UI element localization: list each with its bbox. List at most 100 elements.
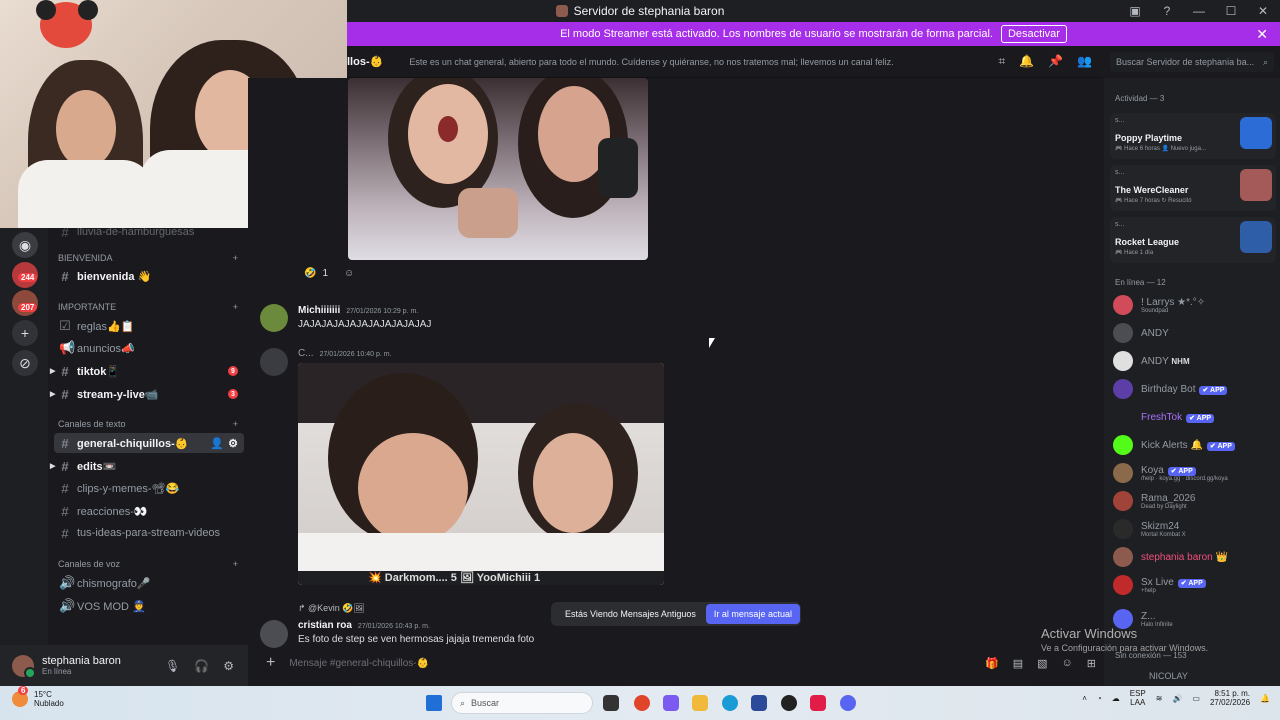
file-explorer-icon[interactable] [692,695,708,711]
category-header[interactable]: Canales de texto + [58,419,238,429]
attached-image[interactable]: 💥 Darkmom.... 5 🖼 YooMichiii 1 [298,363,664,585]
maximize-icon[interactable]: ☐ [1224,4,1238,18]
channel-reacciones[interactable]: # reacciones-👀 [54,501,244,521]
member-item[interactable]: ! Larrys ★*.°✧ Soundpad [1113,292,1273,318]
member-item[interactable]: Koya ✔ APP/help · koya.gg · discord.gg/ko… [1113,460,1273,486]
gift-icon[interactable]: 🎁 [985,657,999,670]
keyboard-language[interactable]: ESP LAA [1130,689,1146,707]
member-item[interactable]: FreshTok ✔ APP [1113,404,1273,430]
voice-channel[interactable]: 🔊 chismografo🎤 [54,573,244,593]
message-author[interactable]: Michiiiiiii [298,305,340,316]
add-server-icon[interactable]: + [12,320,38,346]
volume-icon[interactable]: 🔊 [1172,694,1182,703]
apps-icon[interactable]: ⊞ [1087,657,1096,670]
add-channel-icon[interactable]: + [233,559,238,569]
message-author[interactable]: C... [298,348,314,359]
add-reaction-icon[interactable]: ☺ [344,268,354,279]
headphones-icon[interactable]: 🎧 [194,659,209,673]
message-composer[interactable]: + Mensaje #general-chiquillos-👶 🎁 ▤ ▧ ☺ … [258,652,1096,674]
offline-member[interactable]: NICOLAY [1149,671,1188,681]
onedrive-icon[interactable]: ☁ [1112,694,1120,703]
battery-icon[interactable]: ▭ [1192,694,1200,703]
channel-bienvenida[interactable]: # bienvenida 👋 [54,266,244,286]
pin-icon[interactable]: 📌 [1048,54,1063,69]
category-header[interactable]: BIENVENIDA + [58,253,238,263]
emoji-icon[interactable]: ☺ [1062,657,1073,670]
reply-reference[interactable]: ↱ @Kevin 🤣🖼 [298,603,365,614]
channel-reglas[interactable]: ☑ reglas👍📋 [54,316,244,336]
screen-icon[interactable]: ▣ [1128,4,1142,18]
clock[interactable]: 8:51 p. m. 27/02/2026 [1210,689,1250,707]
add-channel-icon[interactable]: + [233,419,238,429]
help-icon[interactable]: ? [1160,4,1174,18]
message-input[interactable]: Mensaje #general-chiquillos-👶 [289,658,429,669]
activity-card[interactable]: s... The WereCleaner 🎮 Hace 7 horas ↻ Re… [1110,165,1276,211]
member-item[interactable]: Kick Alerts 🔔 ✔ APP [1113,432,1273,458]
voice-channel[interactable]: 🔊 VOS MOD 👮 [54,596,244,616]
category-header[interactable]: IMPORTANTE + [58,302,238,312]
wifi-icon[interactable]: ≋ [1156,694,1163,703]
threads-icon[interactable]: ⌗ [998,54,1005,69]
tiktok-icon[interactable] [810,695,826,711]
channel-general[interactable]: # general-chiquillos-👶 👤 ⚙ [54,433,244,453]
gif-icon[interactable]: ▤ [1013,657,1023,670]
chevron-up-icon[interactable]: ˄ [1082,694,1087,703]
task-view-icon[interactable] [603,695,619,711]
member-item[interactable]: ANDY NHM [1113,348,1273,374]
member-item[interactable]: Rama_2026 Dead by Daylight [1113,488,1273,514]
gear-icon[interactable]: ⚙ [223,659,234,673]
network-icon[interactable]: ◔ [1097,694,1102,703]
activity-card[interactable]: s... Rocket League 🎮 Hace 1 día [1110,217,1276,263]
window-title: Servidor de stephania baron [573,4,725,18]
microphone-icon[interactable]: 🎙 [165,659,180,673]
copilot-icon[interactable] [663,695,679,711]
member-item[interactable]: Sx Live ✔ APP +help [1113,572,1273,598]
reaction[interactable]: 🤣 1 ☺ [304,268,354,279]
category-header[interactable]: Canales de voz + [58,559,238,569]
start-icon[interactable] [426,695,442,711]
channel-tiktok[interactable]: ▶ # tiktok📱 9 [50,361,244,381]
channel-stream[interactable]: ▶ # stream-y-live📹 3 [50,384,244,404]
add-channel-icon[interactable]: + [233,302,238,312]
deactivate-button[interactable]: Desactivar [1000,25,1067,43]
add-channel-icon[interactable]: + [233,253,238,263]
edge-icon[interactable] [722,695,738,711]
channel-ideas[interactable]: # tus-ideas-para-stream-videos [54,523,244,543]
weather-widget[interactable]: 6 15°C Nublado [12,686,64,708]
activity-card[interactable]: s... Poppy Playtime 🎮 Hace 6 horas 👤 Nue… [1110,113,1276,159]
chrome-icon[interactable] [634,695,650,711]
taskbar-search[interactable]: ⌕ Buscar [451,692,593,714]
avatar [1113,491,1133,511]
close-icon[interactable]: ✕ [1256,4,1270,18]
add-attachment-icon[interactable]: + [266,654,275,672]
message-author[interactable]: cristian roa [298,620,352,631]
avatar[interactable] [260,620,288,648]
avatar[interactable] [260,304,288,332]
avatar[interactable] [12,654,36,679]
bell-icon[interactable]: 🔔 [1019,54,1034,69]
jump-to-present-button[interactable]: Ir al mensaje actual [705,604,800,624]
avatar [1113,323,1133,343]
attached-image[interactable] [348,78,648,260]
discover-icon[interactable]: ⊘ [12,350,38,376]
username: stephania baron [42,655,121,667]
members-icon[interactable]: 👥 [1077,54,1092,69]
channel-clips[interactable]: # clips-y-memes-📽😂 [54,478,244,498]
avatar[interactable] [260,348,288,376]
close-banner-icon[interactable]: ✕ [1256,26,1268,43]
store-icon[interactable] [751,695,767,711]
member-item[interactable]: Birthday Bot ✔ APP [1113,376,1273,402]
member-item[interactable]: Skizm24 Mortal Kombat X [1113,516,1273,542]
discord-home-icon[interactable]: ◉ [12,232,38,258]
channel-anuncios[interactable]: 📢 anuncios📣 [54,338,244,358]
notifications-icon[interactable]: 🔔 [1260,694,1270,703]
channel-edits[interactable]: ▶ # edits📼 [50,456,244,476]
discord-icon[interactable] [840,695,856,711]
search-icon: ⌕ [1262,56,1268,67]
member-item[interactable]: stephania baron 👑 [1113,544,1273,570]
search-input[interactable]: Buscar Servidor de stephania ba... ⌕ [1110,52,1274,72]
obs-icon[interactable] [781,695,797,711]
member-item[interactable]: ANDY [1113,320,1273,346]
sticker-icon[interactable]: ▧ [1037,657,1047,670]
minimize-icon[interactable]: — [1192,4,1206,18]
